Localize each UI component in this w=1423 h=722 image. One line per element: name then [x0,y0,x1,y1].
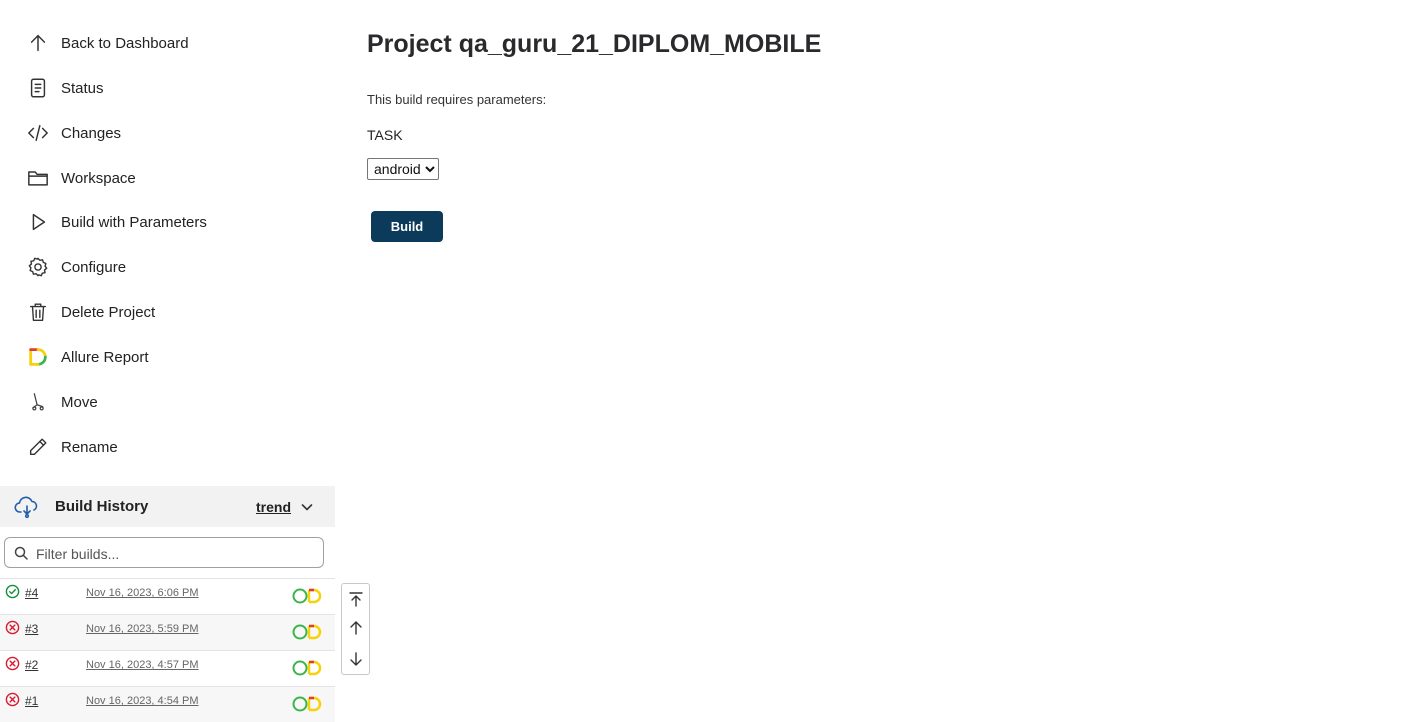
sidebar-item-label: Workspace [61,169,136,187]
task-select[interactable]: android [367,158,439,180]
build-row: #1 Nov 16, 2023, 4:54 PM [0,686,335,722]
build-date-link[interactable]: Nov 16, 2023, 4:57 PM [86,659,199,671]
allure-report-badge-icon[interactable] [292,623,324,641]
sidebar-item-label: Rename [61,438,118,456]
build-row: #4 Nov 16, 2023, 6:06 PM [0,578,335,614]
build-number-link[interactable]: #4 [25,586,38,600]
arrow-up-icon[interactable] [348,620,364,636]
sidebar-item-changes[interactable]: Changes [26,121,121,145]
sidebar-item-configure[interactable]: Configure [26,255,126,279]
sidebar-item-label: Build with Parameters [61,213,207,231]
filter-builds [4,537,324,568]
sidebar-item-allure-report[interactable]: Allure Report [26,345,149,369]
gear-icon [26,255,50,279]
build-row: #2 Nov 16, 2023, 4:57 PM [0,650,335,686]
arrow-up-icon [26,31,50,55]
arrow-down-icon[interactable] [348,651,364,667]
failure-icon [5,692,20,707]
sidebar-item-label: Status [61,79,104,97]
build-date-link[interactable]: Nov 16, 2023, 4:54 PM [86,695,199,707]
sidebar-item-label: Allure Report [61,348,149,366]
search-icon [14,546,28,560]
allure-report-badge-icon[interactable] [292,695,324,713]
sidebar-item-status[interactable]: Status [26,76,104,100]
sidebar-item-delete-project[interactable]: Delete Project [26,300,155,324]
allure-report-badge-icon[interactable] [292,587,324,605]
build-date-link[interactable]: Nov 16, 2023, 6:06 PM [86,587,199,599]
folder-icon [26,166,50,190]
code-icon [26,121,50,145]
success-icon [5,584,20,599]
sidebar-item-build-with-parameters[interactable]: Build with Parameters [26,210,207,234]
build-number-link[interactable]: #1 [25,694,38,708]
chevron-down-icon[interactable] [300,500,314,514]
build-history-title: Build History [55,498,149,515]
build-date-link[interactable]: Nov 16, 2023, 5:59 PM [86,623,199,635]
parameters-description: This build requires parameters: [367,92,547,107]
cloud-icon [14,496,38,519]
sidebar-item-move[interactable]: Move [26,390,98,414]
failure-icon [5,656,20,671]
sidebar-item-label: Configure [61,258,127,276]
move-icon [26,390,50,414]
trend-link[interactable]: trend [256,499,291,515]
sidebar-item-label: Back to Dashboard [61,34,189,52]
build-row: #3 Nov 16, 2023, 5:59 PM [0,614,335,650]
build-number-link[interactable]: #3 [25,622,38,636]
allure-icon [26,345,50,369]
sidebar-item-back-to-dashboard[interactable]: Back to Dashboard [26,31,189,55]
build-button[interactable]: Build [371,211,443,242]
failure-icon [5,620,20,635]
trash-icon [26,300,50,324]
build-number-link[interactable]: #2 [25,658,38,672]
page-title: Project qa_guru_21_DIPLOM_MOBILE [367,30,822,58]
scroll-to-top-icon[interactable] [348,591,364,607]
sidebar-item-label: Delete Project [61,303,156,321]
sidebar-item-rename[interactable]: Rename [26,435,118,459]
parameter-name: TASK [367,127,403,143]
history-pagination [341,583,370,675]
sidebar-item-label: Move [61,393,98,411]
play-icon [26,210,50,234]
filter-builds-input[interactable] [34,542,318,566]
sidebar-item-workspace[interactable]: Workspace [26,166,136,190]
sidebar-item-label: Changes [61,124,122,142]
build-history-header: Build History trend [0,486,335,527]
document-icon [26,76,50,100]
pencil-icon [26,435,50,459]
allure-report-badge-icon[interactable] [292,659,324,677]
